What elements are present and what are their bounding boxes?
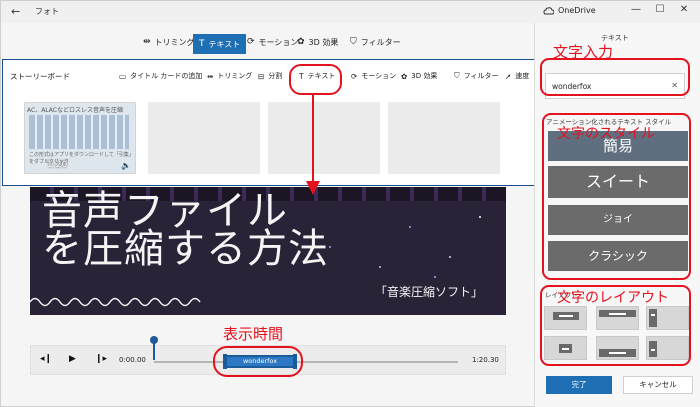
speed-icon: ➚ — [505, 71, 512, 81]
sb-tool-label: フィルター — [463, 72, 499, 80]
annotation-display-time: 表示時間 — [223, 325, 284, 343]
preview-subtitle: 「音楽圧縮ソフト」 — [375, 285, 484, 299]
storyboard-title: ストーリーボード — [10, 72, 70, 81]
sb-split[interactable]: ⊟ 分割 — [258, 71, 282, 81]
empty-slot — [148, 102, 260, 174]
sb-filter[interactable]: ⛉ フィルター — [454, 71, 499, 81]
clip-thumbnail-image — [29, 115, 129, 149]
3d-effects-icon: ✿ — [297, 37, 305, 47]
sb-tool-label: タイトル カードの追加 — [130, 72, 203, 80]
empty-slot — [268, 102, 380, 174]
empty-slot — [388, 102, 500, 174]
play-icon[interactable]: ▶ — [69, 354, 76, 364]
editor-toolbar: ⇹ トリミング T テキスト ⟳ モーション ✿ 3D 効果 ⛉ フィルター — [1, 23, 534, 57]
current-time: 0:00.00 — [119, 356, 146, 364]
maximize-button[interactable]: ☐ — [652, 4, 668, 15]
wave-decoration — [30, 297, 201, 307]
sb-add-title-card[interactable]: ▭ タイトル カードの追加 — [119, 71, 202, 81]
sb-trim[interactable]: ⇹ トリミング — [207, 71, 252, 81]
tool-label: モーション — [258, 37, 299, 47]
storyboard-clip[interactable]: AC、ALACなどロスレス音声を圧縮 この形式はアプリをダウンロードして「引集」… — [24, 102, 136, 174]
preview-title-line1: 音声ファイル — [42, 188, 288, 234]
motion-icon: ⟳ — [351, 71, 358, 81]
annotation-arrow — [306, 93, 320, 195]
annotation-box-text-tool — [289, 64, 342, 95]
onedrive-label[interactable]: OneDrive — [558, 6, 596, 15]
tool-motion[interactable]: ⟳ モーション — [247, 32, 298, 52]
tool-text[interactable]: T テキスト — [193, 34, 247, 54]
sb-tool-label: モーション — [361, 72, 397, 80]
minimize-button[interactable]: — — [628, 4, 644, 15]
video-preview: 音声ファイル を圧縮する方法 「音楽圧縮ソフト」 — [30, 187, 506, 315]
annotation-text-style: 文字のスタイル — [557, 126, 655, 142]
sb-tool-label: 分割 — [268, 72, 283, 80]
sb-tool-label: トリミング — [217, 72, 253, 80]
annotation-box-text-input — [540, 58, 690, 96]
trim-icon: ⇹ — [207, 71, 214, 81]
clip-subtitle: この形式はアプリをダウンロードして「引集」をダブルクリック — [29, 152, 134, 165]
onedrive-icon — [543, 7, 554, 15]
tool-filter[interactable]: ⛉ フィルター — [350, 32, 401, 52]
playhead-knob[interactable] — [150, 336, 158, 344]
panel-title: テキスト — [601, 34, 629, 42]
tool-trim[interactable]: ⇹ トリミング — [143, 32, 195, 52]
previous-frame-icon[interactable]: ◂❙ — [40, 354, 52, 364]
clip-duration: 1:20 — [47, 160, 68, 170]
split-icon: ⊟ — [258, 71, 265, 81]
title-card-icon: ▭ — [119, 71, 127, 81]
text-icon: T — [199, 39, 205, 49]
motion-icon: ⟳ — [247, 37, 255, 47]
sb-motion[interactable]: ⟳ モーション — [351, 71, 396, 81]
cancel-button[interactable]: キャンセル — [623, 376, 693, 394]
title-bar: ← フォト OneDrive — ☐ ✕ — [1, 1, 700, 23]
tool-label: テキスト — [208, 39, 241, 49]
storyboard-panel: ストーリーボード ▭ タイトル カードの追加 ⇹ トリミング ⊟ 分割 T テキスト ⟳… — [2, 59, 538, 186]
tool-label: 3D 効果 — [308, 37, 339, 47]
sb-tool-label: 速度 — [515, 72, 530, 80]
sb-3d-effects[interactable]: ✿ 3D 効果 — [401, 71, 437, 81]
trim-icon: ⇹ — [143, 37, 151, 47]
next-frame-icon[interactable]: ❙▸ — [95, 354, 107, 364]
sb-tool-label: 3D 効果 — [411, 72, 438, 80]
tool-label: フィルター — [360, 37, 401, 47]
end-time: 1:20.30 — [472, 356, 499, 364]
tool-label: トリミング — [154, 37, 195, 47]
annotation-text-layout: 文字のレイアウト — [557, 290, 669, 306]
close-button[interactable]: ✕ — [676, 4, 692, 15]
annotation-box-display-time — [213, 346, 303, 377]
clip-caption: AC、ALACなどロスレス音声を圧縮 — [27, 107, 123, 114]
tool-3d-effects[interactable]: ✿ 3D 効果 — [297, 32, 338, 52]
timeline-track[interactable] — [154, 361, 458, 363]
annotation-text-input: 文字入力 — [553, 43, 614, 61]
photos-app-window: ← フォト OneDrive — ☐ ✕ ⇹ トリミング T テキスト ⟳ モー… — [0, 0, 700, 407]
sb-speed[interactable]: ➚ 速度 — [505, 71, 529, 81]
filter-icon: ⛉ — [350, 37, 357, 47]
filter-icon: ⛉ — [454, 71, 460, 80]
volume-icon[interactable]: 🔈 — [121, 161, 131, 170]
3d-effects-icon: ✿ — [401, 71, 408, 81]
done-button[interactable]: 完了 — [546, 376, 612, 394]
back-arrow-icon[interactable]: ← — [11, 5, 20, 18]
preview-title-line2: を圧縮する方法 — [42, 226, 329, 272]
app-title: フォト — [35, 7, 59, 16]
